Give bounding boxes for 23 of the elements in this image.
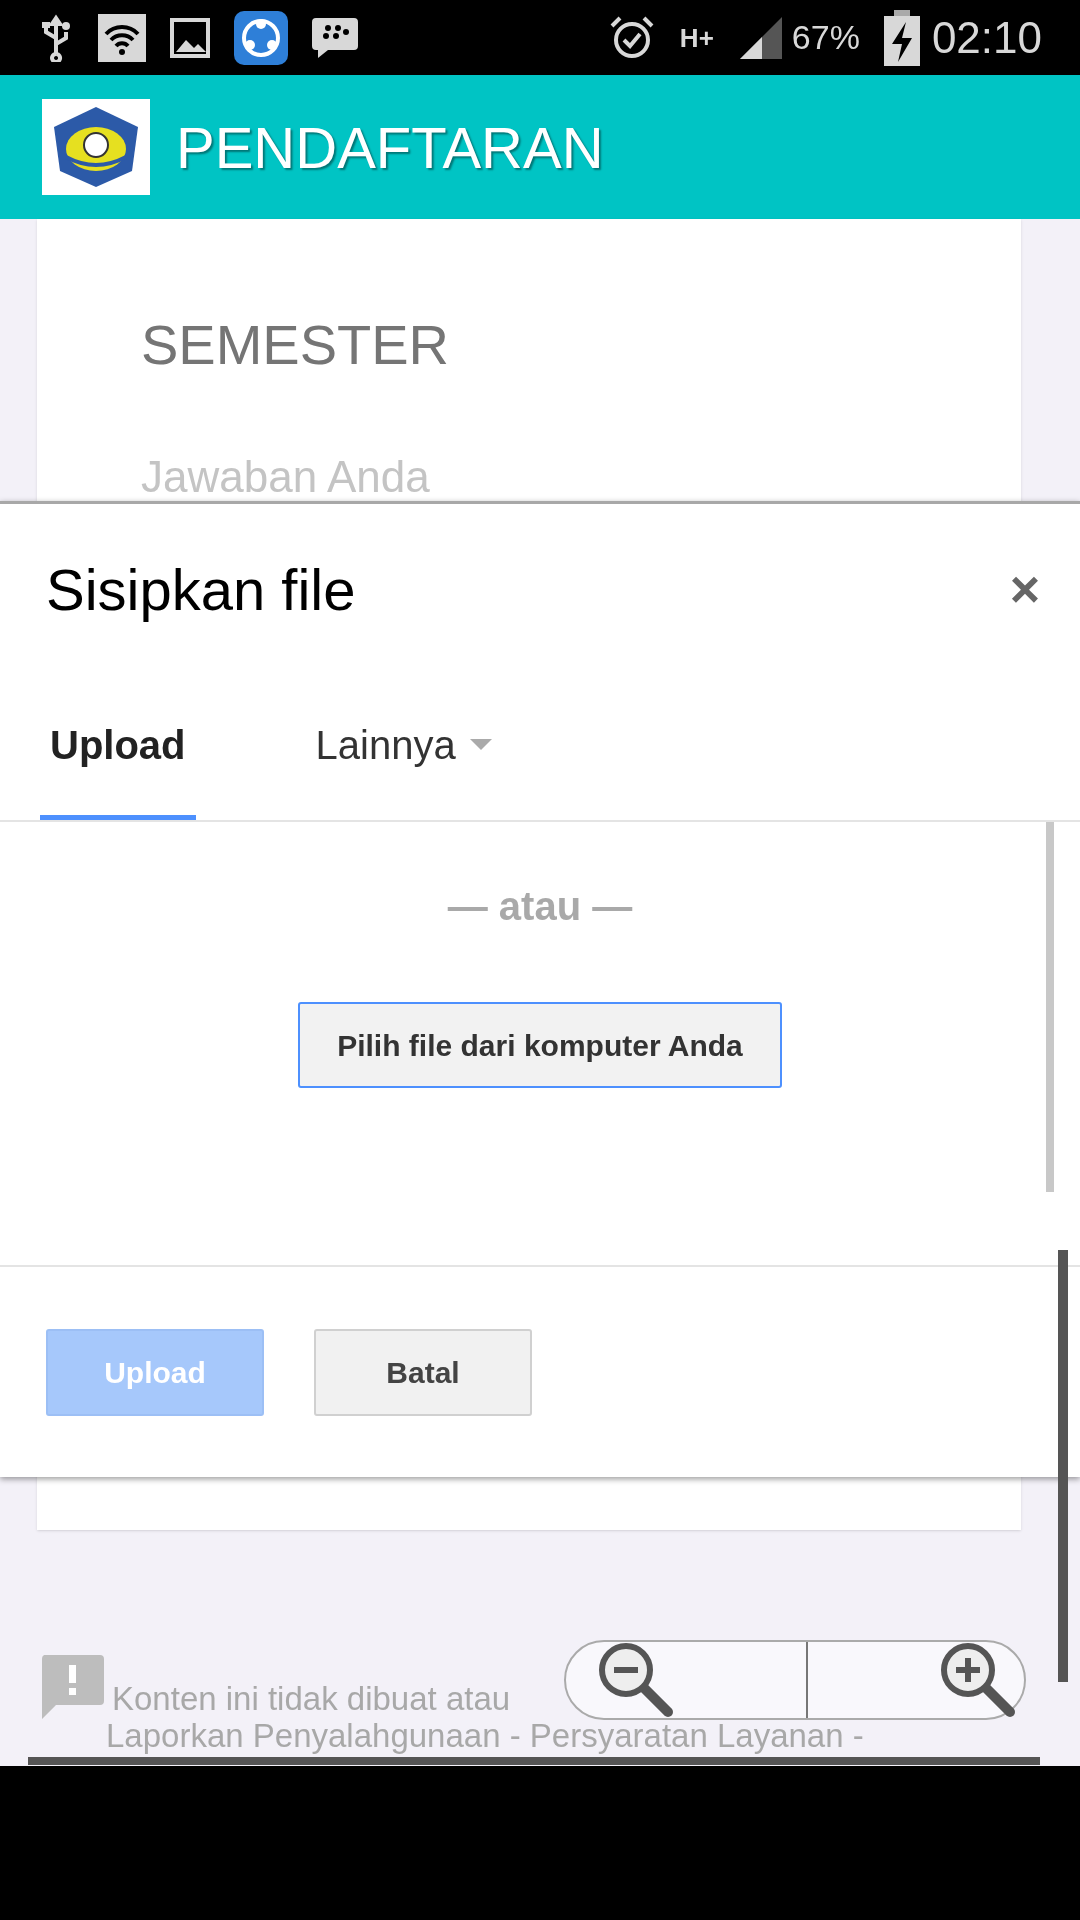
disclaimer-text: Konten ini tidak dibuat atau: [112, 1680, 511, 1717]
alert-comment-icon: [40, 1655, 104, 1719]
close-button[interactable]: ×: [1009, 563, 1040, 615]
dialog-title: Sisipkan file: [46, 555, 356, 624]
image-icon: [170, 17, 210, 58]
network-type: H+: [679, 24, 714, 51]
zoom-out-icon: [596, 1640, 676, 1720]
choose-file-button[interactable]: Pilih file dari komputer Anda: [298, 1002, 782, 1088]
chat-icon: [312, 15, 358, 60]
logo-icon: [42, 99, 150, 195]
question-title: SEMESTER: [141, 317, 451, 373]
zoom-in-icon: [938, 1640, 1018, 1720]
app-title: PENDAFTARAN: [176, 113, 604, 182]
separator-text: — atau —: [446, 883, 634, 926]
battery-percent: 67%: [791, 17, 860, 58]
wifi-icon: [98, 13, 146, 62]
battery-charging-icon: [883, 9, 920, 66]
share-app-icon: [234, 10, 288, 65]
cancel-button[interactable]: Batal: [314, 1329, 532, 1416]
tab[interactable]: Lainnya: [305, 674, 502, 820]
clock: 02:10: [931, 11, 1042, 64]
caret-icon: [469, 738, 492, 751]
tab[interactable]: Upload: [40, 674, 196, 820]
